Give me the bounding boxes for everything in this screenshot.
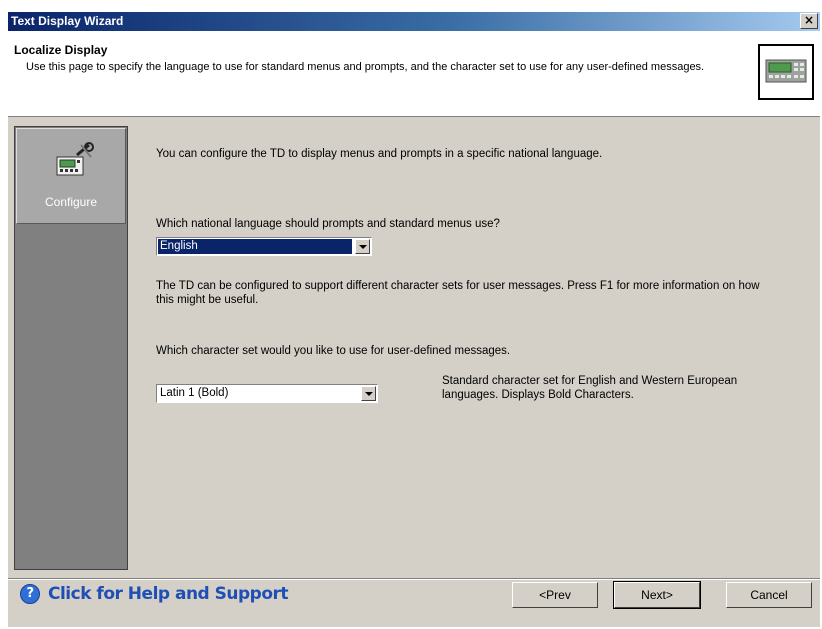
help-link-label: Click for Help and Support (48, 584, 289, 604)
language-select[interactable]: English (156, 237, 372, 256)
language-select-value: English (158, 239, 352, 254)
cancel-button[interactable]: Cancel (726, 582, 812, 608)
language-question: Which national language should prompts a… (156, 218, 500, 230)
sidebar-item-configure[interactable]: Configure (16, 128, 126, 224)
intro-text: You can configure the TD to display menu… (156, 148, 603, 160)
chevron-down-icon[interactable] (361, 386, 376, 401)
wizard-header: Localize Display Use this page to specif… (8, 31, 820, 117)
close-button[interactable]: × (800, 13, 818, 29)
footer-divider (8, 578, 820, 580)
charset-question: Which character set would you like to us… (156, 345, 511, 357)
title-bar: Text Display Wizard × (8, 12, 820, 31)
charset-info-text: The TD can be configured to support diff… (156, 280, 760, 306)
wizard-sidebar: Configure (14, 126, 128, 570)
help-link[interactable]: ? Click for Help and Support (20, 584, 289, 604)
charset-select[interactable]: Latin 1 (Bold) (156, 384, 378, 403)
sidebar-item-label: Configure (44, 195, 98, 209)
configure-display-icon (55, 141, 95, 181)
text-display-device-icon (758, 44, 814, 100)
next-button[interactable]: Next> (613, 581, 701, 609)
window-title: Text Display Wizard (11, 14, 124, 28)
wizard-window: Text Display Wizard × Localize Display U… (8, 12, 820, 627)
chevron-down-icon[interactable] (355, 239, 370, 254)
prev-button[interactable]: <Prev (512, 582, 598, 608)
page-title: Localize Display (14, 43, 108, 57)
question-mark-icon: ? (20, 584, 40, 604)
charset-description: Standard character set for English and W… (442, 375, 738, 401)
charset-select-value: Latin 1 (Bold) (160, 387, 229, 399)
page-description: Use this page to specify the language to… (26, 61, 705, 73)
